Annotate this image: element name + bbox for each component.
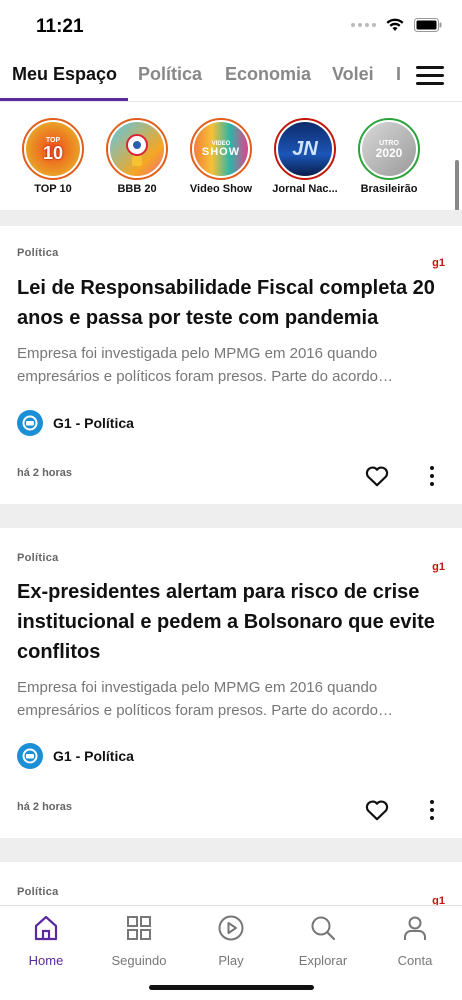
story-video-show[interactable]: VIDEO SHOW Video Show xyxy=(179,118,263,195)
article-description: Empresa foi investigada pelo MPMG em 201… xyxy=(17,345,394,385)
menu-button[interactable] xyxy=(402,52,462,100)
active-tab-indicator xyxy=(0,98,128,101)
video-show-thumbnail: VIDEO SHOW xyxy=(194,122,248,176)
section-divider xyxy=(0,210,462,226)
article-category: Política xyxy=(17,247,59,259)
story-top10[interactable]: TOP 10 TOP 10 xyxy=(11,118,95,195)
story-label: Video Show xyxy=(189,183,253,195)
article-card[interactable]: Política g1 xyxy=(0,862,462,905)
article-category: Política xyxy=(17,886,59,898)
nav-label: Seguindo xyxy=(111,953,167,968)
status-time: 11:21 xyxy=(36,16,84,37)
story-label: Brasileirão xyxy=(360,183,418,195)
home-indicator xyxy=(149,985,314,990)
search-icon xyxy=(311,916,336,941)
category-tabs: Meu Espaço Política Economia Volei I xyxy=(0,52,462,102)
nav-home[interactable]: Home xyxy=(0,914,92,968)
eye-icon xyxy=(126,134,148,166)
story-ring: JN xyxy=(274,118,336,180)
user-icon xyxy=(404,916,426,940)
article-card[interactable]: Política g1 Lei de Responsabilidade Fisc… xyxy=(0,226,462,504)
tab-meu-espaco[interactable]: Meu Espaço xyxy=(12,64,117,85)
article-title[interactable]: Lei de Responsabilidade Fiscal completa … xyxy=(17,273,437,333)
nav-explorar[interactable]: Explorar xyxy=(277,914,369,968)
play-icon xyxy=(218,915,244,941)
nav-conta[interactable]: Conta xyxy=(369,914,461,968)
signal-icon xyxy=(351,23,376,27)
story-label: BBB 20 xyxy=(117,183,157,195)
source-name: G1 - Política xyxy=(53,748,134,764)
nav-label: Play xyxy=(218,953,244,968)
source-name: G1 - Política xyxy=(53,415,134,431)
story-label: TOP 10 xyxy=(34,183,72,195)
story-ring: UTRO 2020 xyxy=(358,118,420,180)
home-icon xyxy=(34,915,58,941)
article-source[interactable]: G1 - Política xyxy=(17,410,134,436)
top10-thumbnail: TOP 10 xyxy=(26,122,80,176)
globo-logo-icon xyxy=(17,743,43,769)
article-time: há 2 horas xyxy=(17,801,73,813)
story-bbb20[interactable]: BBB 20 xyxy=(95,118,179,195)
section-divider xyxy=(0,504,462,528)
more-options-icon[interactable] xyxy=(424,797,440,823)
globo-logo-icon xyxy=(17,410,43,436)
article-time: há 2 horas xyxy=(17,467,73,479)
story-brasileirao[interactable]: UTRO 2020 Brasileirão xyxy=(347,118,431,195)
article-category: Política xyxy=(17,552,59,564)
more-options-icon[interactable] xyxy=(424,463,440,489)
g1-brand-logo: g1 xyxy=(432,257,445,269)
section-divider xyxy=(0,838,462,862)
video-show-badge-main: SHOW xyxy=(201,145,241,158)
top10-badge-main: 10 xyxy=(42,142,64,163)
status-bar: 11:21 xyxy=(0,0,462,50)
nav-label: Explorar xyxy=(298,953,348,968)
story-label: Jornal Nac... xyxy=(272,183,338,195)
wifi-icon xyxy=(386,18,404,31)
brasileirao-thumbnail: UTRO 2020 xyxy=(362,122,416,176)
g1-brand-logo: g1 xyxy=(432,561,445,573)
jn-badge: JN xyxy=(292,137,318,160)
g1-brand-logo: g1 xyxy=(432,895,445,905)
grid-icon xyxy=(127,916,151,940)
story-ring: TOP 10 xyxy=(22,118,84,180)
battery-icon xyxy=(414,18,442,32)
article-title[interactable]: Ex-presidentes alertam para risco de cri… xyxy=(17,577,437,667)
article-source[interactable]: G1 - Política xyxy=(17,743,134,769)
nav-play[interactable]: Play xyxy=(185,914,277,968)
story-jornal-nacional[interactable]: JN Jornal Nac... xyxy=(263,118,347,195)
story-ring xyxy=(106,118,168,180)
status-icons xyxy=(351,18,442,32)
nav-seguindo[interactable]: Seguindo xyxy=(93,914,185,968)
article-description: Empresa foi investigada pelo MPMG em 201… xyxy=(17,679,394,719)
heart-icon[interactable] xyxy=(364,797,390,823)
brasileirao-badge-main: 2020 xyxy=(375,145,403,160)
heart-icon[interactable] xyxy=(364,463,390,489)
tab-more[interactable]: I xyxy=(396,64,401,85)
article-card[interactable]: Política g1 Ex-presidentes alertam para … xyxy=(0,528,462,838)
nav-label: Conta xyxy=(397,953,433,968)
bbb20-thumbnail xyxy=(110,122,164,176)
jornal-nacional-thumbnail: JN xyxy=(278,122,332,176)
tab-volei[interactable]: Volei xyxy=(332,64,374,85)
tab-politica[interactable]: Política xyxy=(138,64,202,85)
tab-economia[interactable]: Economia xyxy=(225,64,311,85)
nav-label: Home xyxy=(28,953,64,968)
stories-row: TOP 10 TOP 10 BBB 20 VIDEO SHOW Video Sh… xyxy=(0,112,462,212)
story-ring: VIDEO SHOW xyxy=(190,118,252,180)
